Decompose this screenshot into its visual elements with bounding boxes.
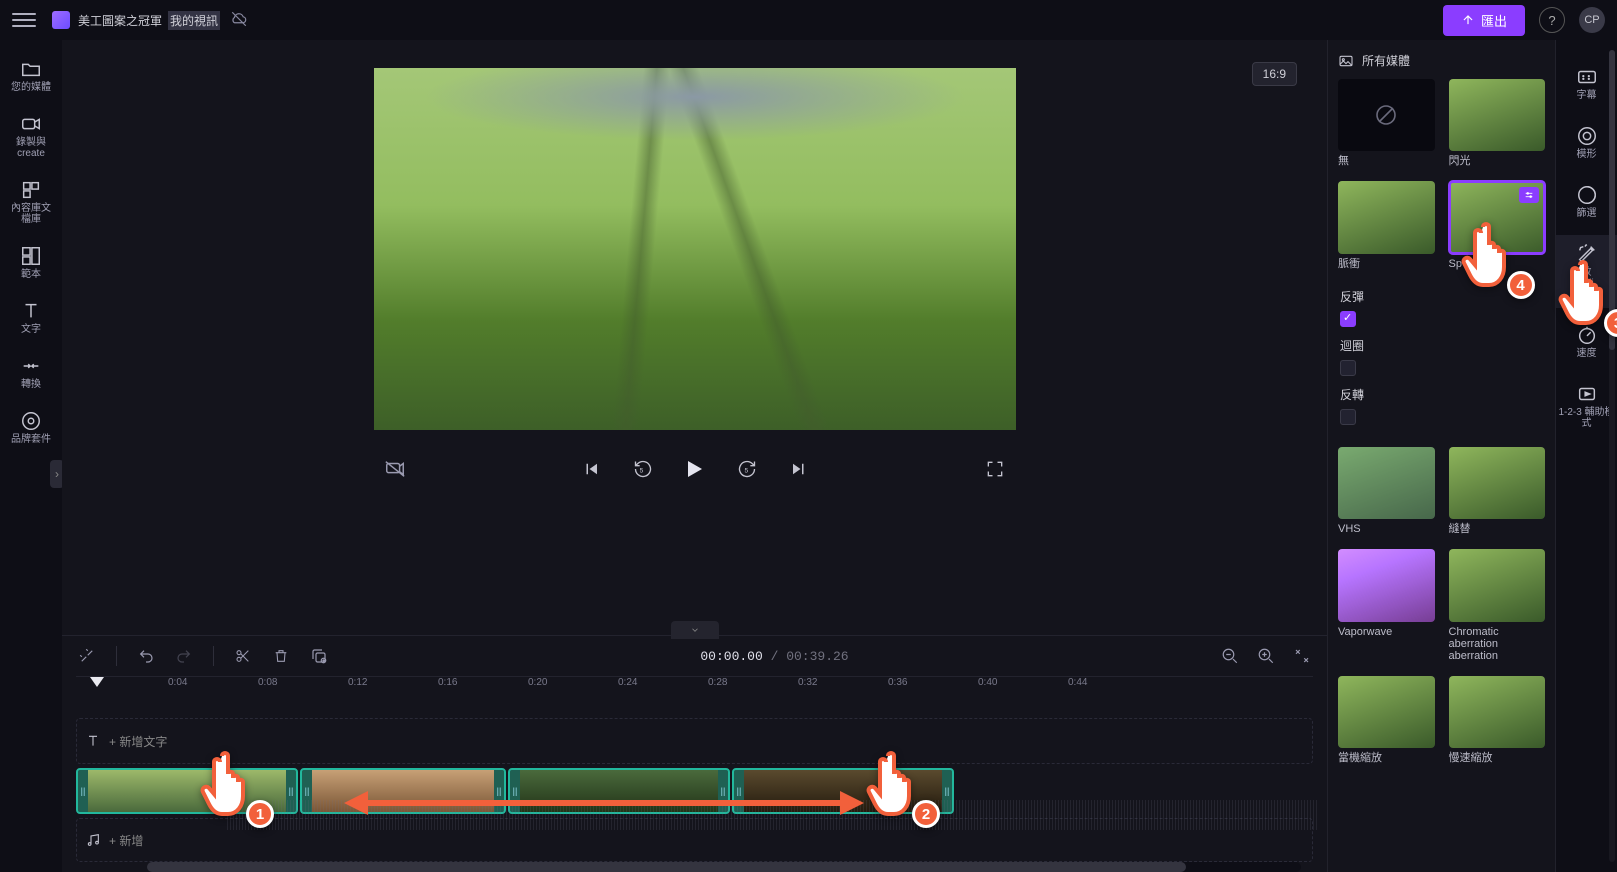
magic-icon[interactable]: [76, 645, 98, 667]
skip-start-icon[interactable]: [580, 458, 602, 480]
help-icon[interactable]: ?: [1539, 7, 1565, 33]
opt-loop[interactable]: 迴圈: [1340, 337, 1545, 376]
filters-icon: [1576, 184, 1598, 206]
playhead-icon[interactable]: [90, 677, 104, 687]
menu-icon[interactable]: [12, 8, 36, 32]
title-part-2: 我的視訊: [168, 11, 220, 30]
rail-your-media[interactable]: 您的媒體: [0, 50, 62, 101]
collapse-preview-icon[interactable]: [671, 621, 719, 639]
rail-text[interactable]: 文字: [0, 292, 62, 343]
zoom-fit-icon[interactable]: [1291, 645, 1313, 667]
media-icon: [1338, 53, 1354, 69]
ruler-tick: 0:36: [888, 677, 907, 688]
text-track-label: + 新增文字: [109, 733, 167, 750]
effects-icon: [1576, 243, 1598, 265]
fullscreen-icon[interactable]: [984, 458, 1006, 480]
audio-icon: [1576, 125, 1598, 147]
ruler-tick: 0:12: [348, 677, 367, 688]
delete-icon[interactable]: [270, 645, 292, 667]
audio-track-label: + 新增: [109, 832, 143, 849]
music-icon: [85, 832, 101, 848]
ruler-tick: 0:24: [618, 677, 637, 688]
avatar[interactable]: CP: [1579, 7, 1605, 33]
fx-zoom-slow[interactable]: 慢速縮放: [1449, 676, 1546, 764]
opt-bounce[interactable]: 反彈: [1340, 288, 1545, 327]
ruler-tick: 0:28: [708, 677, 727, 688]
timeline-ruler[interactable]: 0:04 0:08 0:12 0:16 0:20 0:24 0:28 0:32 0:36 0:40…: [76, 676, 1313, 698]
ruler-tick: 0:16: [438, 677, 457, 688]
cloud-off-icon[interactable]: [230, 10, 248, 31]
right-scrollbar[interactable]: [1609, 50, 1615, 862]
opt-reverse[interactable]: 反轉: [1340, 386, 1545, 425]
play-button[interactable]: [684, 458, 706, 480]
hide-effect-icon[interactable]: [384, 458, 406, 480]
fx-zoom-crash[interactable]: 當機縮放: [1338, 676, 1435, 764]
rr-effects[interactable]: 效 Adj colors 3: [1556, 235, 1617, 308]
folder-icon: [20, 58, 42, 80]
camera-icon: [20, 113, 42, 135]
rr-accessibility[interactable]: 1-2-3 輔助模式: [1556, 375, 1617, 437]
rail-templates[interactable]: 範本: [0, 237, 62, 288]
fx-pulse[interactable]: 脈衝: [1338, 181, 1435, 269]
fx-glitch[interactable]: 縫替: [1449, 447, 1546, 535]
project-title[interactable]: 美工圖案之冠軍 我的視訊: [78, 11, 220, 30]
text-track[interactable]: + 新增文字: [76, 718, 1313, 764]
rail-transitions[interactable]: 轉換: [0, 347, 62, 398]
timeline-time: 00:00.00 / 00:39.26: [346, 649, 1203, 664]
checkbox-reverse[interactable]: [1340, 409, 1356, 425]
fx-flash[interactable]: 閃光: [1449, 79, 1546, 167]
rail-content-library[interactable]: 內容庫文 檔庫: [0, 171, 62, 233]
rr-captions[interactable]: 字幕: [1556, 58, 1617, 109]
title-part-1: 美工圖案之冠軍: [78, 12, 162, 29]
library-icon: [20, 179, 42, 201]
aspect-ratio-selector[interactable]: 16:9: [1252, 62, 1297, 86]
speed-icon: [1576, 324, 1598, 346]
transitions-icon: [20, 355, 42, 377]
text-icon: [20, 300, 42, 322]
project-icon: [52, 11, 70, 29]
zoom-out-icon[interactable]: [1219, 645, 1241, 667]
fx-vhs[interactable]: VHS: [1338, 447, 1435, 535]
a11y-icon: [1576, 383, 1598, 405]
undo-icon[interactable]: [135, 645, 157, 667]
captions-icon: [1576, 66, 1598, 88]
duplicate-icon[interactable]: [308, 645, 330, 667]
forward-icon[interactable]: 5: [736, 458, 758, 480]
export-button[interactable]: 匯出: [1443, 5, 1525, 36]
ruler-tick: 0:44: [1068, 677, 1087, 688]
split-icon[interactable]: [232, 645, 254, 667]
rail-record-create[interactable]: 錄製與 create: [0, 105, 62, 167]
rewind-icon[interactable]: 5: [632, 458, 654, 480]
fx-settings-icon[interactable]: [1519, 187, 1539, 203]
templates-icon: [20, 245, 42, 267]
ruler-tick: 0:04: [168, 677, 187, 688]
fx-options: 反彈 迴圈 反轉: [1338, 284, 1545, 433]
rail-brand-kit[interactable]: 品牌套件: [0, 402, 62, 453]
video-preview[interactable]: [374, 68, 1016, 430]
ruler-tick: 0:08: [258, 677, 277, 688]
fx-none[interactable]: 無: [1338, 79, 1435, 167]
rr-filters[interactable]: 篩選: [1556, 176, 1617, 227]
fx-chromatic-aberration[interactable]: Chromatic aberration aberration: [1449, 549, 1546, 661]
fx-vaporwave[interactable]: Vaporwave: [1338, 549, 1435, 661]
rr-audio[interactable]: 模形: [1556, 117, 1617, 168]
svg-text:5: 5: [639, 467, 643, 474]
ruler-tick: 0:40: [978, 677, 997, 688]
svg-text:5: 5: [744, 467, 748, 474]
zoom-in-icon[interactable]: [1255, 645, 1277, 667]
brandkit-icon: [20, 410, 42, 432]
redo-icon[interactable]: [173, 645, 195, 667]
fx-spin[interactable]: Sp 4: [1449, 181, 1546, 269]
rr-speed[interactable]: 速度: [1556, 316, 1617, 367]
fx-header: 所有媒體: [1338, 52, 1545, 69]
annotation-arrow: [344, 788, 864, 818]
skip-end-icon[interactable]: [788, 458, 810, 480]
ruler-tick: 0:32: [798, 677, 817, 688]
text-icon: [85, 733, 101, 749]
timeline-scrollbar[interactable]: [147, 862, 1301, 872]
ruler-tick: 0:20: [528, 677, 547, 688]
checkbox-bounce[interactable]: [1340, 311, 1356, 327]
checkbox-loop[interactable]: [1340, 360, 1356, 376]
